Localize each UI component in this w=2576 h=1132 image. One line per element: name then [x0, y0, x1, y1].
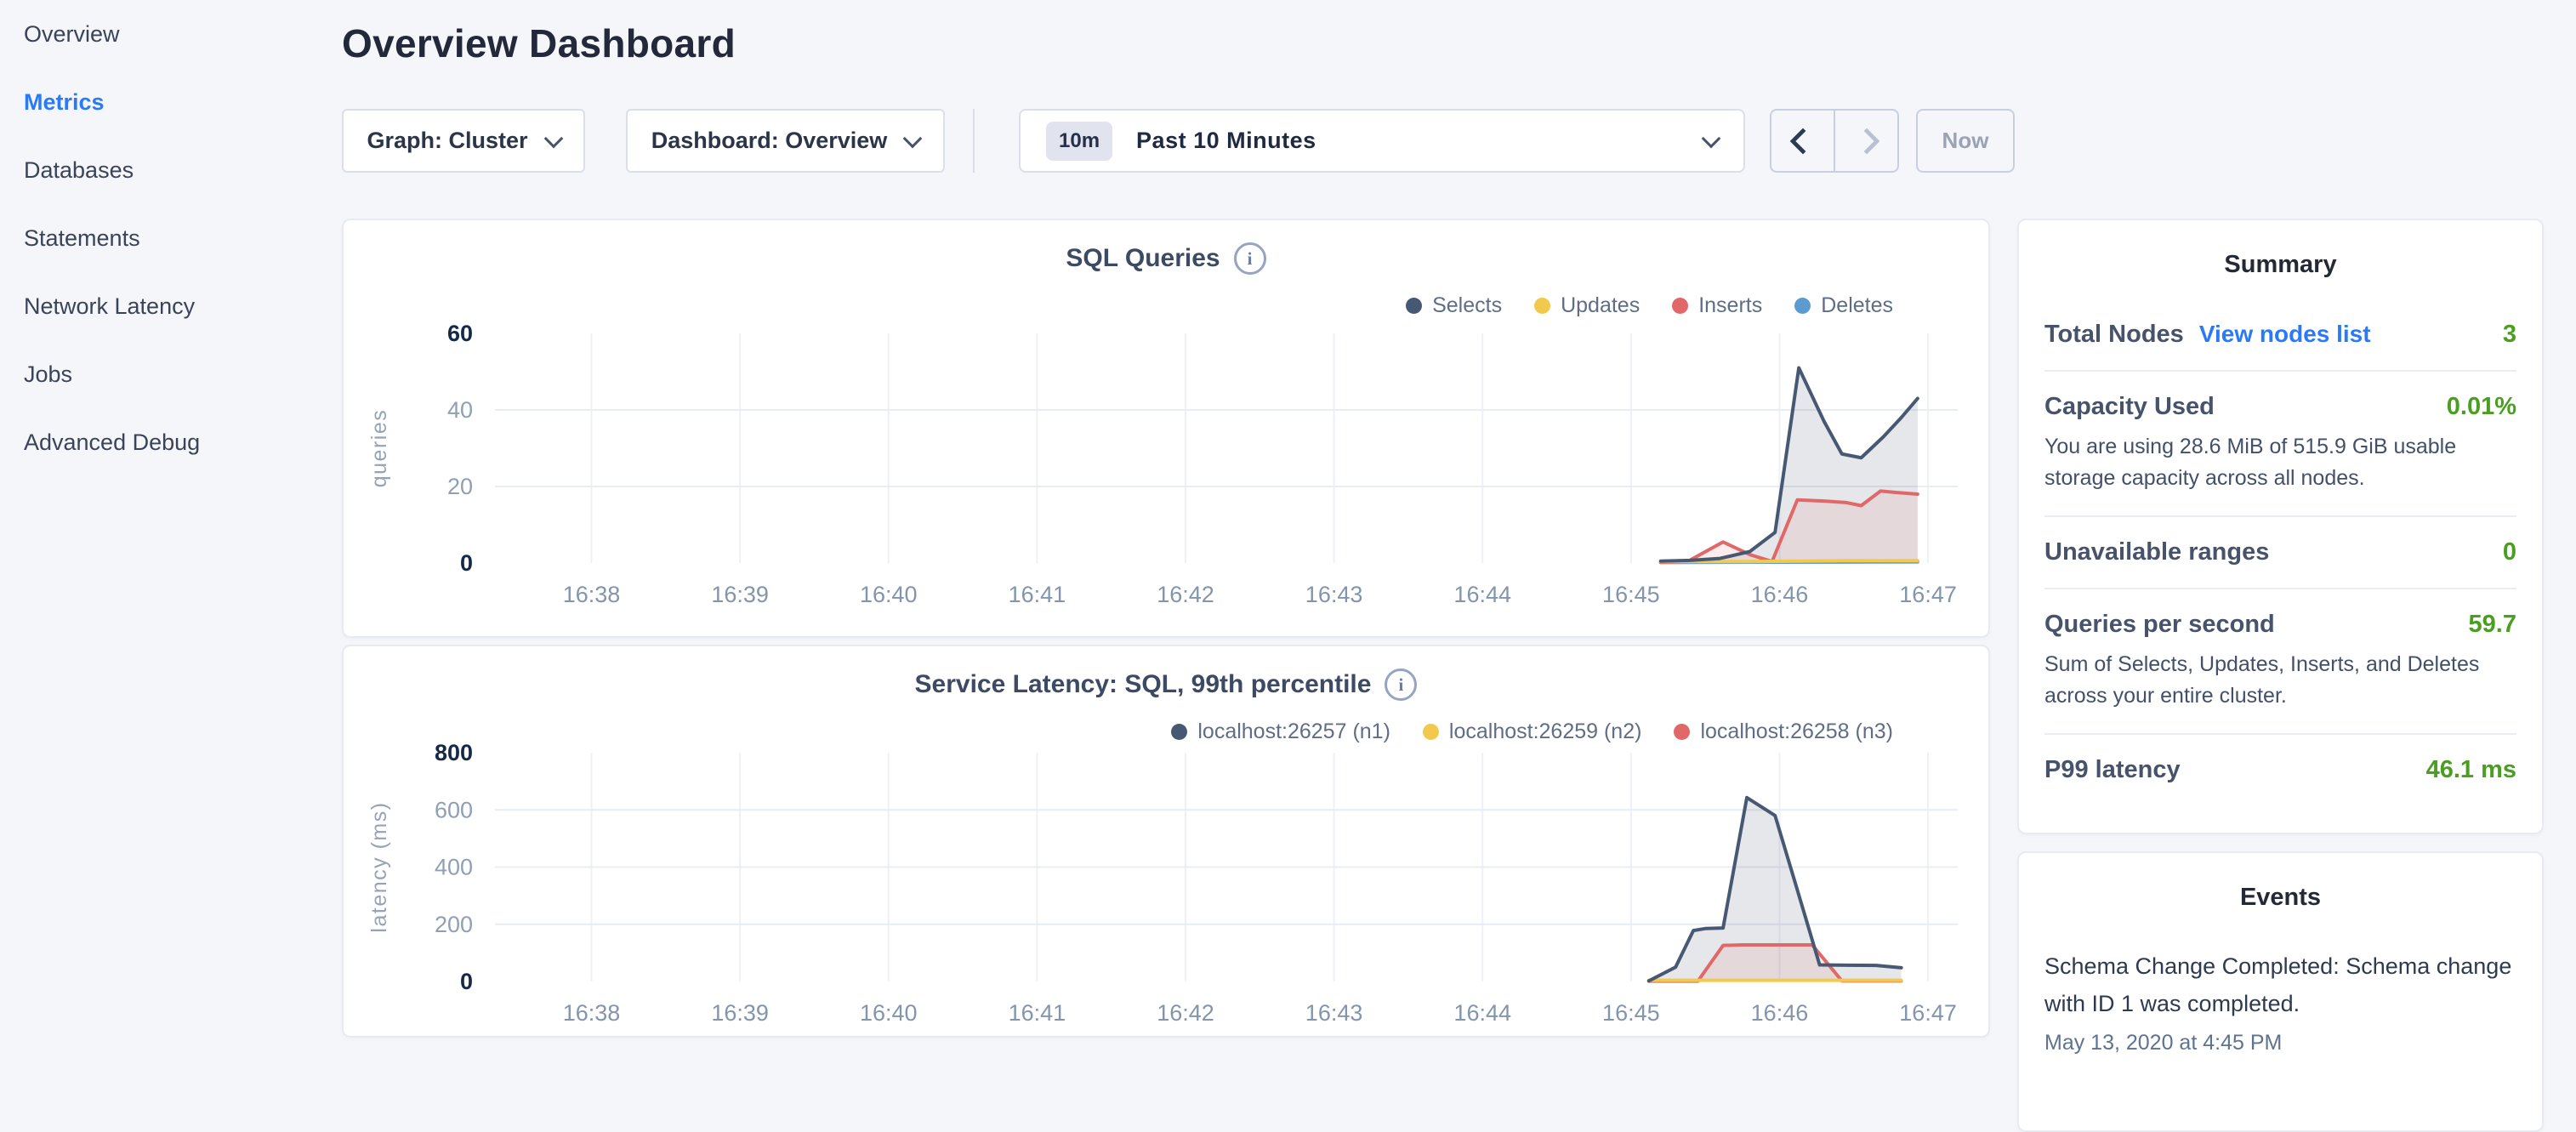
event-text[interactable]: Schema Change Completed: Schema change w… [2044, 947, 2516, 1022]
dashboard-dropdown-label: Dashboard: Overview [651, 128, 888, 154]
x-tick-label: 16:41 [1009, 1000, 1066, 1026]
x-tick-label: 16:43 [1305, 1000, 1363, 1026]
time-range-badge: 10m [1046, 122, 1112, 161]
event-timestamp: May 13, 2020 at 4:45 PM [2044, 1031, 2516, 1055]
view-nodes-list-link[interactable]: View nodes list [2199, 321, 2371, 348]
summary-row-label: P99 latency [2044, 756, 2181, 784]
y-tick-label: 200 [435, 912, 473, 937]
summary-panel: Summary Total Nodes View nodes list 3 Capac… [2017, 219, 2544, 834]
y-axis-label: queries [367, 409, 391, 488]
graph-dropdown-label: Graph: Cluster [367, 128, 527, 154]
summary-title: Summary [2044, 251, 2516, 279]
chevron-down-icon [903, 128, 923, 148]
x-tick-label: 16:44 [1453, 1000, 1511, 1026]
now-button[interactable]: Now [1916, 109, 2015, 173]
summary-row: Queries per second 59.7 Sum of Selects, Up… [2044, 588, 2516, 733]
events-panel: Events Schema Change Completed: Schema c… [2017, 851, 2544, 1132]
x-tick-label: 16:42 [1157, 1000, 1214, 1026]
summary-row-label: Unavailable ranges [2044, 538, 2269, 566]
summary-row-value: 46.1 ms [2426, 756, 2516, 784]
y-tick-label: 0 [460, 550, 473, 576]
events-title: Events [2044, 884, 2516, 912]
summary-row-label: Queries per second [2044, 611, 2275, 639]
x-tick-label: 16:39 [711, 582, 769, 607]
chevron-down-icon [543, 128, 563, 148]
summary-row-value: 59.7 [2469, 611, 2516, 639]
time-range-label: Past 10 Minutes [1136, 128, 1316, 154]
y-tick-label: 20 [447, 474, 473, 499]
x-tick-label: 16:44 [1453, 582, 1511, 607]
summary-row-description: Sum of Selects, Updates, Inserts, and De… [2044, 649, 2516, 712]
x-tick-label: 16:40 [860, 582, 918, 607]
summary-row: Total Nodes View nodes list 3 [2044, 299, 2516, 370]
summary-row: Unavailable ranges 0 [2044, 515, 2516, 588]
page-title: Overview Dashboard [342, 20, 736, 66]
sidebar-item-jobs[interactable]: Jobs [0, 340, 342, 408]
summary-row-value: 0 [2503, 538, 2516, 566]
summary-row: Capacity Used 0.01% You are using 28.6 MiB… [2044, 370, 2516, 515]
sql-queries-chart[interactable]: 16:38 16:39 16:40 16:41 16:42 16:43 16:44 16:45… [344, 220, 1992, 640]
sidebar-item-overview[interactable]: Overview [0, 0, 342, 68]
x-tick-label: 16:41 [1009, 582, 1066, 607]
summary-row-value: 0.01% [2447, 393, 2516, 421]
x-tick-label: 16:40 [860, 1000, 918, 1026]
sidebar-item-databases[interactable]: Databases [0, 136, 342, 204]
summary-row: P99 latency 46.1 ms [2044, 733, 2516, 805]
sidebar-item-metrics[interactable]: Metrics [0, 68, 342, 136]
x-tick-label: 16:42 [1157, 582, 1214, 607]
x-tick-label: 16:46 [1751, 582, 1809, 607]
summary-row-label: Capacity Used [2044, 393, 2215, 421]
dashboard-dropdown[interactable]: Dashboard: Overview [626, 109, 945, 173]
x-tick-label: 16:47 [1899, 582, 1957, 607]
service-latency-chart[interactable]: 16:38 16:39 16:40 16:41 16:42 16:43 16:44 16:45… [344, 646, 1992, 1039]
y-tick-label: 60 [447, 321, 473, 346]
x-tick-label: 16:38 [563, 582, 621, 607]
x-tick-label: 16:46 [1751, 1000, 1809, 1026]
sql-queries-chart-card: SQL Queries i SelectsUpdatesInsertsDelet… [342, 219, 1990, 638]
chevron-left-icon [1789, 128, 1816, 154]
y-tick-label: 400 [435, 855, 473, 880]
time-range-picker[interactable]: 10m Past 10 Minutes [1019, 109, 1745, 173]
time-forward-button[interactable] [1834, 111, 1897, 171]
x-tick-label: 16:38 [563, 1000, 621, 1026]
sidebar-item-network-latency[interactable]: Network Latency [0, 272, 342, 340]
x-tick-label: 16:39 [711, 1000, 769, 1026]
y-tick-label: 800 [435, 740, 473, 765]
service-latency-chart-card: Service Latency: SQL, 99th percentile i … [342, 645, 1990, 1038]
summary-row-value: 3 [2503, 321, 2516, 349]
x-tick-label: 16:43 [1305, 582, 1363, 607]
chevron-down-icon [1702, 128, 1721, 148]
toolbar-divider [973, 109, 975, 173]
sidebar-item-advanced-debug[interactable]: Advanced Debug [0, 408, 342, 476]
time-pager [1770, 109, 1899, 173]
y-tick-label: 600 [435, 797, 473, 822]
y-tick-label: 0 [460, 969, 473, 994]
y-axis-label: latency (ms) [367, 801, 391, 932]
chevron-right-icon [1853, 128, 1879, 154]
summary-row-label: Total Nodes [2044, 321, 2184, 349]
graph-dropdown[interactable]: Graph: Cluster [342, 109, 585, 173]
x-tick-label: 16:45 [1602, 582, 1660, 607]
time-back-button[interactable] [1771, 111, 1834, 171]
sidebar: OverviewMetricsDatabasesStatementsNetwor… [0, 0, 342, 1051]
y-tick-label: 40 [447, 397, 473, 423]
x-tick-label: 16:47 [1899, 1000, 1957, 1026]
x-tick-label: 16:45 [1602, 1000, 1660, 1026]
summary-row-description: You are using 28.6 MiB of 515.9 GiB usab… [2044, 431, 2516, 494]
sidebar-item-statements[interactable]: Statements [0, 204, 342, 272]
